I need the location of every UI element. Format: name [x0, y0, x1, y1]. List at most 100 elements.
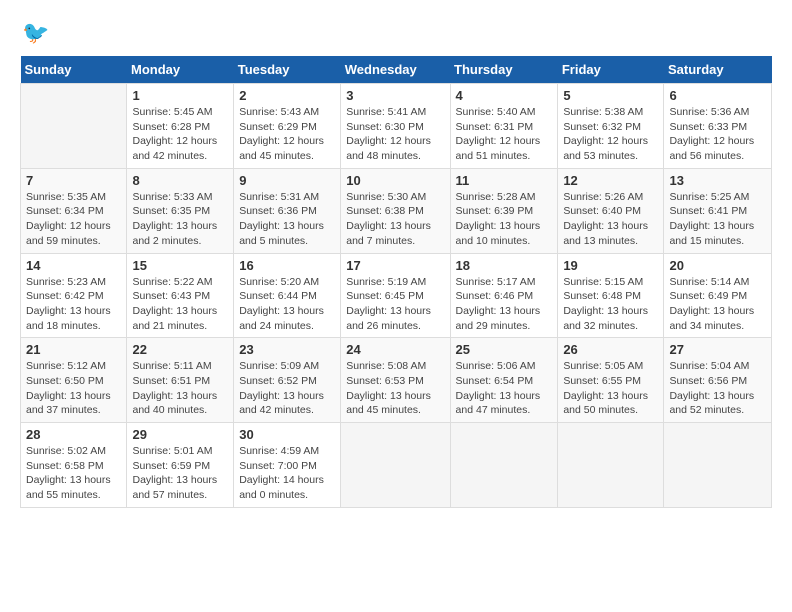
day-number: 5 — [563, 88, 658, 103]
day-info: Sunrise: 5:12 AMSunset: 6:50 PMDaylight:… — [26, 359, 121, 418]
day-info: Sunrise: 5:40 AMSunset: 6:31 PMDaylight:… — [456, 105, 553, 164]
calendar-cell: 12 Sunrise: 5:26 AMSunset: 6:40 PMDayligh… — [558, 168, 664, 253]
calendar-cell: 7 Sunrise: 5:35 AMSunset: 6:34 PMDaylight… — [21, 168, 127, 253]
calendar-cell: 18 Sunrise: 5:17 AMSunset: 6:46 PMDayligh… — [450, 253, 558, 338]
calendar-cell — [21, 84, 127, 169]
calendar-cell: 17 Sunrise: 5:19 AMSunset: 6:45 PMDayligh… — [341, 253, 450, 338]
day-number: 14 — [26, 258, 121, 273]
day-number: 20 — [669, 258, 766, 273]
day-number: 18 — [456, 258, 553, 273]
logo: 🐦 — [20, 20, 49, 46]
calendar-cell: 3 Sunrise: 5:41 AMSunset: 6:30 PMDaylight… — [341, 84, 450, 169]
calendar-cell: 23Sunrise: 5:09 AMSunset: 6:52 PMDayligh… — [234, 338, 341, 423]
day-number: 28 — [26, 427, 121, 442]
day-number: 4 — [456, 88, 553, 103]
day-info: Sunrise: 5:30 AMSunset: 6:38 PMDaylight:… — [346, 190, 444, 249]
calendar-cell: 15 Sunrise: 5:22 AMSunset: 6:43 PMDayligh… — [127, 253, 234, 338]
day-info: Sunrise: 5:04 AMSunset: 6:56 PMDaylight:… — [669, 359, 766, 418]
weekday-header-wednesday: Wednesday — [341, 56, 450, 84]
calendar-cell: 10 Sunrise: 5:30 AMSunset: 6:38 PMDayligh… — [341, 168, 450, 253]
day-number: 1 — [132, 88, 228, 103]
day-number: 8 — [132, 173, 228, 188]
calendar-cell — [664, 423, 772, 508]
day-info: Sunrise: 5:33 AMSunset: 6:35 PMDaylight:… — [132, 190, 228, 249]
calendar-cell: 25 Sunrise: 5:06 AMSunset: 6:54 PMDayligh… — [450, 338, 558, 423]
calendar-week-2: 7 Sunrise: 5:35 AMSunset: 6:34 PMDaylight… — [21, 168, 772, 253]
day-info: Sunrise: 5:26 AMSunset: 6:40 PMDaylight:… — [563, 190, 658, 249]
day-number: 11 — [456, 173, 553, 188]
calendar-cell: 21 Sunrise: 5:12 AMSunset: 6:50 PMDayligh… — [21, 338, 127, 423]
day-number: 7 — [26, 173, 121, 188]
day-number: 9 — [239, 173, 335, 188]
calendar-cell: 11 Sunrise: 5:28 AMSunset: 6:39 PMDayligh… — [450, 168, 558, 253]
calendar-cell — [341, 423, 450, 508]
calendar-cell: 5 Sunrise: 5:38 AMSunset: 6:32 PMDaylight… — [558, 84, 664, 169]
day-info: Sunrise: 5:38 AMSunset: 6:32 PMDaylight:… — [563, 105, 658, 164]
day-number: 10 — [346, 173, 444, 188]
day-info: Sunrise: 5:41 AMSunset: 6:30 PMDaylight:… — [346, 105, 444, 164]
day-number: 24 — [346, 342, 444, 357]
weekday-header-saturday: Saturday — [664, 56, 772, 84]
calendar-header-row: SundayMondayTuesdayWednesdayThursdayFrid… — [21, 56, 772, 84]
day-number: 30 — [239, 427, 335, 442]
day-info: Sunrise: 5:25 AMSunset: 6:41 PMDaylight:… — [669, 190, 766, 249]
day-number: 2 — [239, 88, 335, 103]
calendar-cell: 27 Sunrise: 5:04 AMSunset: 6:56 PMDayligh… — [664, 338, 772, 423]
calendar-cell: 8 Sunrise: 5:33 AMSunset: 6:35 PMDaylight… — [127, 168, 234, 253]
day-info: Sunrise: 5:20 AMSunset: 6:44 PMDaylight:… — [239, 275, 335, 334]
calendar-week-4: 21 Sunrise: 5:12 AMSunset: 6:50 PMDayligh… — [21, 338, 772, 423]
day-info: Sunrise: 5:06 AMSunset: 6:54 PMDaylight:… — [456, 359, 553, 418]
day-info: Sunrise: 5:02 AMSunset: 6:58 PMDaylight:… — [26, 444, 121, 503]
calendar-cell: 2Sunrise: 5:43 AMSunset: 6:29 PMDaylight… — [234, 84, 341, 169]
day-number: 26 — [563, 342, 658, 357]
page-header: 🐦 — [20, 20, 772, 46]
day-number: 15 — [132, 258, 228, 273]
day-info: Sunrise: 5:05 AMSunset: 6:55 PMDaylight:… — [563, 359, 658, 418]
calendar-cell: 16 Sunrise: 5:20 AMSunset: 6:44 PMDayligh… — [234, 253, 341, 338]
calendar-table: SundayMondayTuesdayWednesdayThursdayFrid… — [20, 56, 772, 508]
calendar-cell: 28 Sunrise: 5:02 AMSunset: 6:58 PMDayligh… — [21, 423, 127, 508]
day-info: Sunrise: 4:59 AMSunset: 7:00 PMDaylight:… — [239, 444, 335, 503]
day-number: 22 — [132, 342, 228, 357]
day-info: Sunrise: 5:11 AMSunset: 6:51 PMDaylight:… — [132, 359, 228, 418]
day-number: 21 — [26, 342, 121, 357]
day-number: 25 — [456, 342, 553, 357]
day-number: 13 — [669, 173, 766, 188]
calendar-cell: 19Sunrise: 5:15 AMSunset: 6:48 PMDayligh… — [558, 253, 664, 338]
day-info: Sunrise: 5:17 AMSunset: 6:46 PMDaylight:… — [456, 275, 553, 334]
day-info: Sunrise: 5:01 AMSunset: 6:59 PMDaylight:… — [132, 444, 228, 503]
calendar-cell: 14Sunrise: 5:23 AMSunset: 6:42 PMDayligh… — [21, 253, 127, 338]
day-number: 17 — [346, 258, 444, 273]
day-info: Sunrise: 5:08 AMSunset: 6:53 PMDaylight:… — [346, 359, 444, 418]
calendar-cell — [450, 423, 558, 508]
weekday-header-thursday: Thursday — [450, 56, 558, 84]
day-number: 27 — [669, 342, 766, 357]
day-number: 29 — [132, 427, 228, 442]
weekday-header-sunday: Sunday — [21, 56, 127, 84]
day-info: Sunrise: 5:19 AMSunset: 6:45 PMDaylight:… — [346, 275, 444, 334]
calendar-cell: 13 Sunrise: 5:25 AMSunset: 6:41 PMDayligh… — [664, 168, 772, 253]
calendar-cell: 30 Sunrise: 4:59 AMSunset: 7:00 PMDayligh… — [234, 423, 341, 508]
weekday-header-friday: Friday — [558, 56, 664, 84]
calendar-cell: 24 Sunrise: 5:08 AMSunset: 6:53 PMDayligh… — [341, 338, 450, 423]
weekday-header-monday: Monday — [127, 56, 234, 84]
day-info: Sunrise: 5:14 AMSunset: 6:49 PMDaylight:… — [669, 275, 766, 334]
day-info: Sunrise: 5:31 AMSunset: 6:36 PMDaylight:… — [239, 190, 335, 249]
day-info: Sunrise: 5:28 AMSunset: 6:39 PMDaylight:… — [456, 190, 553, 249]
day-info: Sunrise: 5:45 AMSunset: 6:28 PMDaylight:… — [132, 105, 228, 164]
day-number: 6 — [669, 88, 766, 103]
day-number: 16 — [239, 258, 335, 273]
day-number: 12 — [563, 173, 658, 188]
calendar-week-3: 14Sunrise: 5:23 AMSunset: 6:42 PMDayligh… — [21, 253, 772, 338]
calendar-week-1: 1 Sunrise: 5:45 AMSunset: 6:28 PMDaylight… — [21, 84, 772, 169]
day-info: Sunrise: 5:36 AMSunset: 6:33 PMDaylight:… — [669, 105, 766, 164]
logo-bird-icon: 🐦 — [22, 20, 49, 46]
calendar-cell: 29 Sunrise: 5:01 AMSunset: 6:59 PMDayligh… — [127, 423, 234, 508]
day-number: 3 — [346, 88, 444, 103]
calendar-cell: 20 Sunrise: 5:14 AMSunset: 6:49 PMDayligh… — [664, 253, 772, 338]
day-info: Sunrise: 5:22 AMSunset: 6:43 PMDaylight:… — [132, 275, 228, 334]
day-info: Sunrise: 5:35 AMSunset: 6:34 PMDaylight:… — [26, 190, 121, 249]
day-number: 23 — [239, 342, 335, 357]
weekday-header-tuesday: Tuesday — [234, 56, 341, 84]
calendar-cell: 22 Sunrise: 5:11 AMSunset: 6:51 PMDayligh… — [127, 338, 234, 423]
